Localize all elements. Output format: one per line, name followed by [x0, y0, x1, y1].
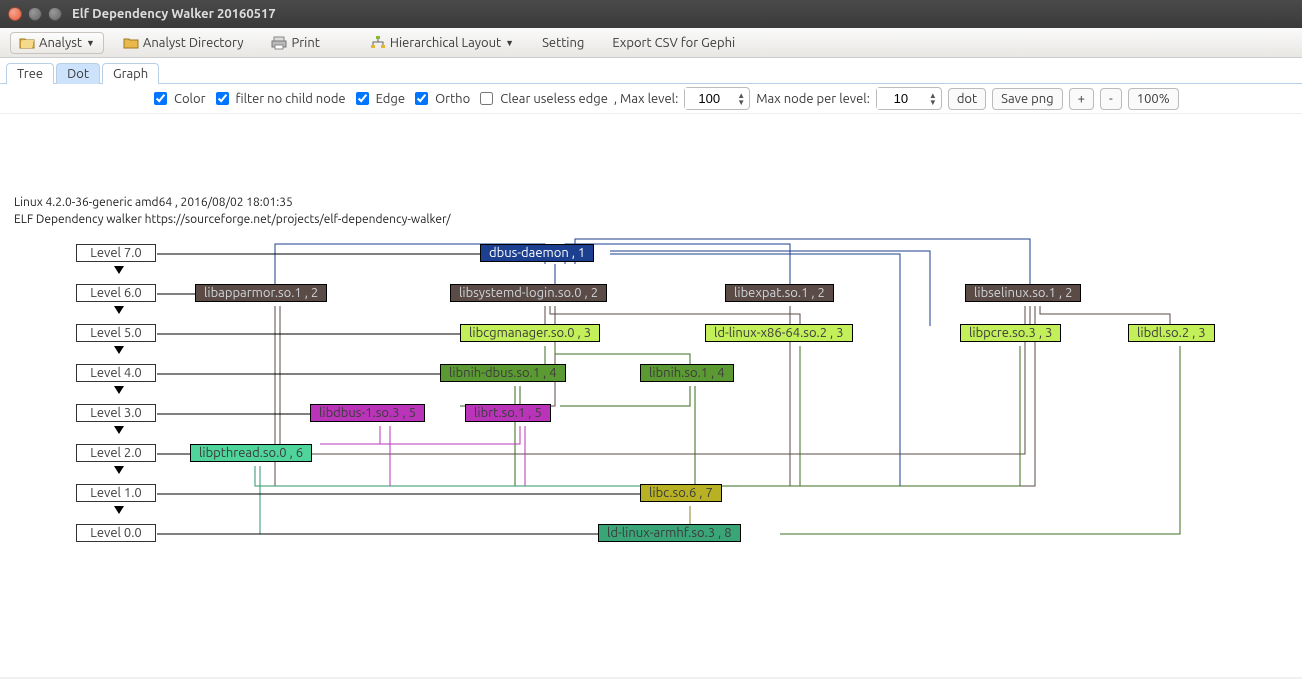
toolbar: Analyst ▼ Analyst Directory Print Hierar… — [0, 28, 1302, 58]
max-level-stepper[interactable]: ▲▼ — [684, 87, 750, 110]
color-label: Color — [174, 92, 206, 106]
max-level-input[interactable] — [685, 88, 733, 109]
node-librt[interactable]: librt.so.1 , 5 — [465, 404, 551, 422]
tab-dot-label: Dot — [67, 67, 89, 81]
node-libapparmor[interactable]: libapparmor.so.1 , 2 — [195, 284, 327, 302]
max-node-stepper[interactable]: ▲▼ — [876, 87, 942, 110]
layout-label: Hierarchical Layout — [390, 36, 501, 50]
node-libsystemd-login[interactable]: libsystemd-login.so.0 , 2 — [450, 284, 607, 302]
save-png-button[interactable]: Save png — [992, 88, 1062, 110]
node-libnih-dbus[interactable]: libnih-dbus.so.1 , 4 — [440, 364, 566, 382]
titlebar: Elf Dependency Walker 20160517 — [0, 0, 1302, 28]
node-libnih[interactable]: libnih.so.1 , 4 — [640, 364, 734, 382]
setting-label: Setting — [542, 36, 584, 50]
edge-checkbox[interactable]: Edge — [352, 89, 405, 108]
zoom-out-button[interactable]: - — [1100, 88, 1122, 110]
close-icon[interactable] — [8, 7, 22, 21]
options-bar: Color filter no child node Edge Ortho Cl… — [0, 84, 1302, 114]
filter-label: filter no child node — [236, 92, 346, 106]
tree-icon — [370, 35, 386, 51]
printer-icon — [271, 35, 287, 51]
tab-graph-label: Graph — [113, 67, 148, 81]
node-libdl[interactable]: libdl.so.2 , 3 — [1128, 324, 1215, 342]
max-node-label: Max node per level: — [756, 92, 870, 106]
max-node-input[interactable] — [877, 88, 925, 109]
node-libexpat[interactable]: libexpat.so.1 , 2 — [725, 284, 834, 302]
maximize-icon[interactable] — [48, 7, 62, 21]
spinner-icon[interactable]: ▲▼ — [925, 92, 941, 106]
layout-button[interactable]: Hierarchical Layout ▼ — [361, 32, 523, 54]
export-button[interactable]: Export CSV for Gephi — [603, 33, 744, 53]
node-libpcre[interactable]: libpcre.so.3 , 3 — [960, 324, 1061, 342]
window-controls — [8, 7, 62, 21]
dot-button[interactable]: dot — [948, 88, 986, 110]
folder-open-icon — [19, 35, 35, 51]
color-checkbox[interactable]: Color — [150, 89, 206, 108]
print-button[interactable]: Print — [262, 32, 328, 54]
node-libselinux[interactable]: libselinux.so.1 , 2 — [965, 284, 1081, 302]
ortho-checkbox[interactable]: Ortho — [411, 89, 470, 108]
tabs: Tree Dot Graph — [0, 58, 1302, 84]
analyst-label: Analyst — [39, 36, 82, 50]
tab-dot[interactable]: Dot — [56, 63, 100, 84]
graph-canvas[interactable]: Linux 4.2.0-36-generic amd64 , 2016/08/0… — [0, 114, 1302, 677]
zoom-in-button[interactable]: + — [1069, 88, 1094, 110]
node-libcgmanager[interactable]: libcgmanager.so.0 , 3 — [460, 324, 600, 342]
node-libdbus-1[interactable]: libdbus-1.so.3 , 5 — [310, 404, 425, 422]
zoom-value[interactable]: 100% — [1128, 88, 1179, 110]
clear-useless-label: Clear useless edge — [500, 92, 608, 106]
tab-tree-label: Tree — [17, 67, 43, 81]
export-label: Export CSV for Gephi — [612, 36, 735, 50]
tab-tree[interactable]: Tree — [6, 63, 54, 84]
window-title: Elf Dependency Walker 20160517 — [72, 7, 276, 21]
chevron-down-icon: ▼ — [505, 38, 514, 48]
analyst-button[interactable]: Analyst ▼ — [10, 32, 104, 54]
tab-graph[interactable]: Graph — [102, 63, 159, 84]
node-ld-linux-x86-64[interactable]: ld-linux-x86-64.so.2 , 3 — [705, 324, 853, 342]
edge-label: Edge — [376, 92, 405, 106]
node-dbus-daemon[interactable]: dbus-daemon , 1 — [480, 244, 594, 262]
node-libc[interactable]: libc.so.6 , 7 — [640, 484, 722, 502]
filter-no-child-checkbox[interactable]: filter no child node — [212, 89, 346, 108]
node-ld-linux-armhf[interactable]: ld-linux-armhf.so.3 , 8 — [598, 524, 741, 542]
folder-icon — [123, 35, 139, 51]
analyst-directory-button[interactable]: Analyst Directory — [114, 32, 253, 54]
max-level-label: , Max level: — [614, 92, 678, 106]
node-libpthread[interactable]: libpthread.so.0 , 6 — [190, 444, 312, 462]
chevron-down-icon: ▼ — [86, 38, 95, 48]
print-label: Print — [291, 36, 319, 50]
ortho-label: Ortho — [435, 92, 470, 106]
clear-useless-checkbox[interactable]: Clear useless edge — [476, 89, 608, 108]
minimize-icon[interactable] — [28, 7, 42, 21]
spinner-icon[interactable]: ▲▼ — [733, 92, 749, 106]
setting-button[interactable]: Setting — [533, 33, 593, 53]
edges — [0, 114, 1302, 677]
analyst-directory-label: Analyst Directory — [143, 36, 244, 50]
